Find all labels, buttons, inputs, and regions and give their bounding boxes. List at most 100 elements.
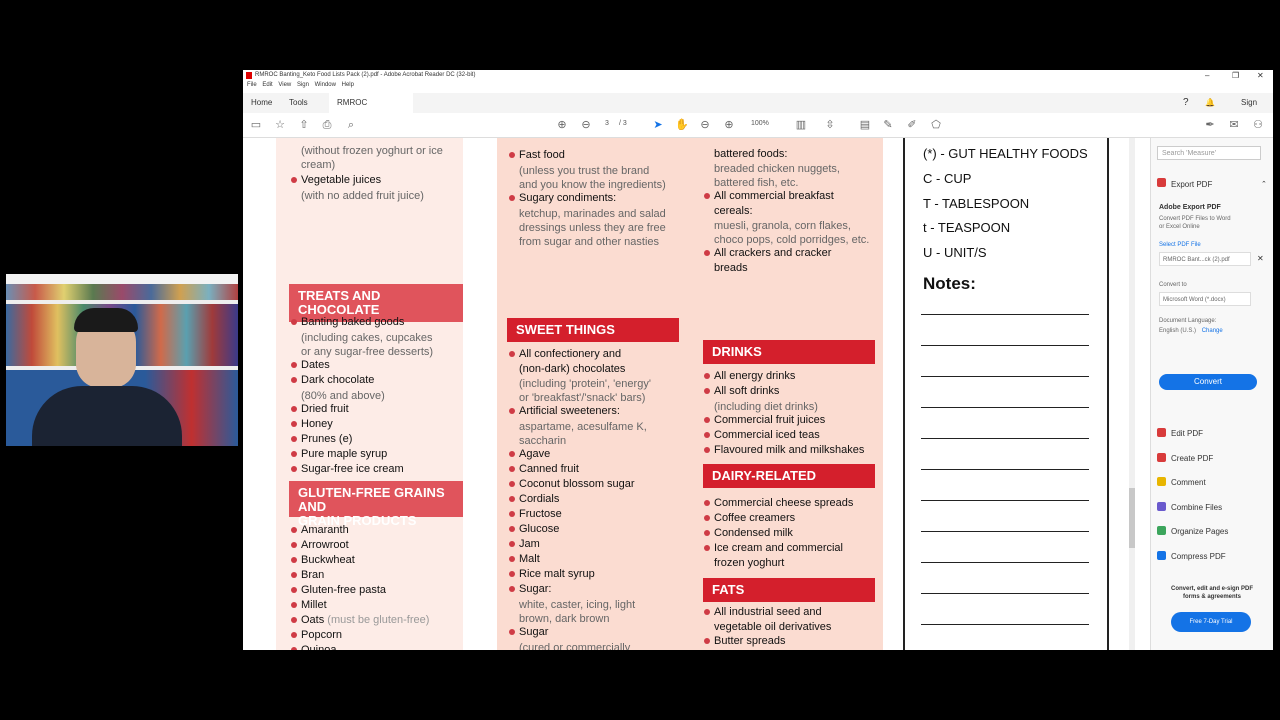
tab-tools[interactable]: Tools bbox=[281, 93, 316, 113]
zoom-level-dropdown[interactable]: 100% bbox=[751, 120, 769, 127]
list-item-continuation: battered foods: bbox=[714, 148, 788, 160]
list-item-text: Jam bbox=[519, 538, 540, 550]
list-item-text: Coffee creamers bbox=[714, 512, 796, 524]
format-select[interactable]: Microsoft Word (*.docx) bbox=[1159, 292, 1251, 306]
bullet-icon bbox=[291, 466, 297, 472]
list-item-text: Commercial cheese spreads bbox=[714, 497, 854, 509]
comment-icon[interactable]: ▤ bbox=[858, 118, 872, 132]
mail-icon[interactable]: ✉ bbox=[1227, 118, 1241, 132]
convert-button[interactable]: Convert bbox=[1159, 374, 1257, 390]
list-item-detail: and you know the ingredients) bbox=[519, 179, 666, 191]
page-number-field[interactable]: 3 bbox=[605, 120, 609, 127]
tool-item[interactable]: Edit PDF bbox=[1171, 429, 1203, 438]
tab-home[interactable]: Home bbox=[243, 93, 280, 113]
legend-notes-page: (*) - GUT HEALTHY FOODS C - CUP T - TABL… bbox=[903, 138, 1109, 650]
tab-document[interactable]: RMROC Banting_K... × bbox=[329, 93, 413, 127]
list-item-detail: (with no added fruit juice) bbox=[301, 190, 424, 202]
list-item: Fructose bbox=[509, 508, 562, 521]
list-item: Amaranth bbox=[291, 524, 349, 537]
bullet-icon bbox=[291, 451, 297, 457]
change-language-link[interactable]: Change bbox=[1202, 328, 1223, 334]
bullet-icon bbox=[509, 466, 515, 472]
list-item-detail: or any sugar-free desserts) bbox=[301, 346, 434, 358]
list-item-text: Fast food bbox=[519, 149, 565, 161]
document-view: (*) - GUT HEALTHY FOODS C - CUP T - TABL… bbox=[243, 138, 1135, 650]
convert-to-label: Convert to bbox=[1159, 282, 1187, 288]
list-item-continuation: (non-dark) chocolates bbox=[519, 363, 626, 375]
bullet-icon bbox=[704, 432, 710, 438]
bullet-icon bbox=[291, 406, 297, 412]
selected-file[interactable]: RMROC Bant...ck (2).pdf bbox=[1159, 252, 1251, 266]
list-item-text: Rice malt syrup bbox=[519, 568, 595, 580]
help-icon[interactable]: ? bbox=[1175, 93, 1197, 113]
language-value: English (U.S.) bbox=[1159, 328, 1197, 334]
hand-tool-icon[interactable]: ✋ bbox=[675, 118, 689, 132]
list-item: Oats (must be gluten-free) bbox=[291, 614, 429, 627]
export-pdf-item[interactable]: Export PDF bbox=[1171, 180, 1212, 189]
list-item-detail: white, caster, icing, light bbox=[519, 599, 636, 611]
share-user-icon[interactable]: ⚇ bbox=[1251, 118, 1265, 132]
menu-sign[interactable]: Sign bbox=[297, 82, 309, 88]
list-item-continuation: cereals: bbox=[714, 205, 753, 217]
document-scrollbar[interactable] bbox=[1129, 138, 1135, 650]
list-item: Dark chocolate bbox=[291, 374, 374, 387]
tool-item[interactable]: Comment bbox=[1171, 478, 1206, 487]
next-page-icon[interactable]: ⊖ bbox=[579, 118, 593, 132]
menu-edit[interactable]: Edit bbox=[262, 82, 272, 88]
section-header-dairy: DAIRY-RELATED bbox=[703, 464, 875, 488]
tool-item[interactable]: Organize Pages bbox=[1171, 527, 1228, 536]
remove-file-icon[interactable]: ✕ bbox=[1257, 254, 1264, 263]
bullet-icon bbox=[509, 451, 515, 457]
list-item: Fast food bbox=[509, 149, 565, 162]
list-item-text: Bran bbox=[301, 569, 325, 581]
tool-item[interactable]: Compress PDF bbox=[1171, 552, 1226, 561]
bullet-icon bbox=[291, 647, 297, 650]
star-icon[interactable]: ☆ bbox=[273, 118, 287, 132]
prev-page-icon[interactable]: ⊕ bbox=[555, 118, 569, 132]
minimize-button[interactable]: – bbox=[1205, 71, 1209, 80]
menu-window[interactable]: Window bbox=[315, 82, 336, 88]
zoom-out-icon[interactable]: ⊖ bbox=[698, 118, 712, 132]
list-item-detail: (including 'protein', 'energy' bbox=[519, 378, 651, 390]
menu-view[interactable]: View bbox=[278, 82, 291, 88]
maximize-button[interactable]: ❐ bbox=[1232, 71, 1239, 80]
bullet-icon bbox=[509, 586, 515, 592]
legend-teaspoon: t - TEASPOON bbox=[923, 220, 1011, 235]
tool-search-input[interactable]: Search 'Measure' bbox=[1157, 146, 1261, 160]
list-item: Canned fruit bbox=[509, 463, 579, 476]
bullet-icon bbox=[509, 571, 515, 577]
tool-icon bbox=[1157, 452, 1166, 462]
stamp-icon[interactable]: ⬠ bbox=[929, 118, 943, 132]
scroll-mode-icon[interactable]: ⇳ bbox=[823, 118, 837, 132]
list-item-text: Prunes (e) bbox=[301, 433, 353, 445]
chevron-up-icon[interactable]: ⌃ bbox=[1261, 180, 1267, 188]
save-icon[interactable]: ▭ bbox=[249, 118, 263, 132]
select-cursor-icon[interactable]: ➤ bbox=[651, 118, 665, 132]
highlight-icon[interactable]: ✎ bbox=[881, 118, 895, 132]
tool-item[interactable]: Create PDF bbox=[1171, 454, 1213, 463]
sign-in-link[interactable]: Sign In bbox=[1233, 93, 1273, 127]
draw-icon[interactable]: ✐ bbox=[905, 118, 919, 132]
menu-help[interactable]: Help bbox=[342, 82, 354, 88]
list-item-detail: (cured or commercially bbox=[519, 642, 631, 650]
sign-tool-icon[interactable]: ✒ bbox=[1203, 118, 1217, 132]
list-item-detail: (unless you trust the brand bbox=[519, 165, 650, 177]
zoom-in-icon[interactable]: ⊕ bbox=[722, 118, 736, 132]
bullet-icon bbox=[291, 362, 297, 368]
notes-line bbox=[921, 469, 1089, 470]
list-item: Dates bbox=[291, 359, 330, 372]
tool-item[interactable]: Combine Files bbox=[1171, 503, 1222, 512]
bullet-icon bbox=[291, 557, 297, 563]
bullet-icon bbox=[704, 388, 710, 394]
close-window-button[interactable]: ✕ bbox=[1257, 71, 1264, 80]
list-item: Rice malt syrup bbox=[509, 568, 595, 581]
page-fit-icon[interactable]: ▥ bbox=[794, 118, 808, 132]
menu-file[interactable]: File bbox=[247, 82, 257, 88]
search-icon[interactable]: ⌕ bbox=[344, 118, 358, 132]
scroll-thumb[interactable] bbox=[1129, 488, 1135, 548]
free-trial-button[interactable]: Free 7-Day Trial bbox=[1171, 612, 1251, 632]
bell-icon[interactable]: 🔔 bbox=[1197, 93, 1223, 113]
list-item-text: Gluten-free pasta bbox=[301, 584, 386, 596]
upload-icon[interactable]: ⇧ bbox=[297, 118, 311, 132]
print-icon[interactable]: ⎙ bbox=[320, 118, 334, 132]
